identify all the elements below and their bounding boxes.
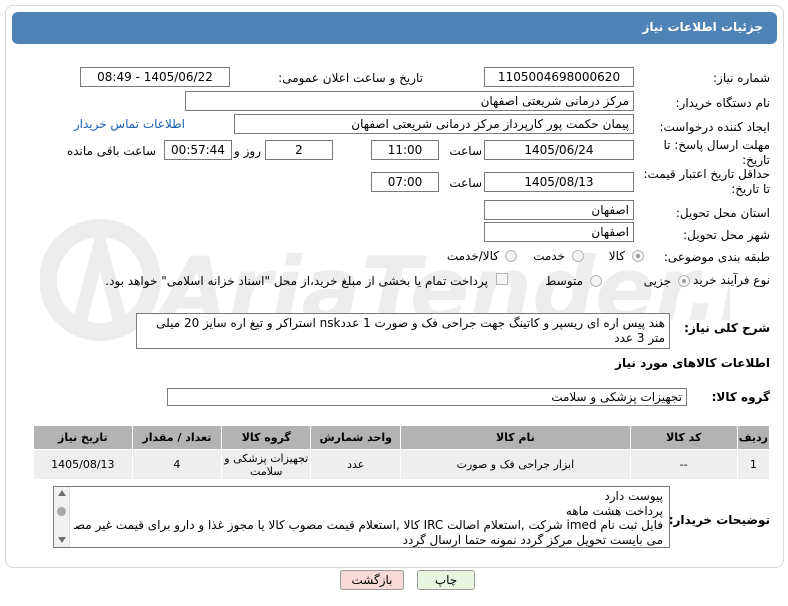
category-radio-service[interactable] — [572, 250, 584, 262]
process-option-minor: جزیی — [643, 274, 671, 288]
category-option-goods-service: کالا/خدمت — [446, 249, 499, 263]
print-button[interactable]: چاپ — [417, 570, 475, 590]
cell-group: تجهیزات پزشکی و سلامت — [221, 449, 312, 480]
col-quantity: تعداد / مقدار — [131, 425, 223, 450]
cell-quantity: 4 — [131, 449, 223, 480]
city-label: شهر محل تحویل: — [683, 228, 770, 242]
col-need-date: تاریخ نیاز — [33, 425, 133, 450]
remaining-time-label: ساعت باقی مانده — [66, 144, 156, 158]
need-number-field[interactable]: 1105004698000620 — [484, 67, 634, 87]
col-code: کد کالا — [629, 425, 738, 450]
goods-group-label: گروه کالا: — [711, 390, 770, 404]
cell-code: -- — [629, 449, 738, 480]
note-line: می بایست تحویل مرکز گردد نمونه حتما ارسا… — [402, 532, 663, 547]
col-row: ردیف — [736, 425, 771, 450]
creator-label: ایجاد کننده درخواست: — [659, 120, 770, 134]
city-field[interactable]: اصفهان — [484, 222, 634, 242]
announce-label: تاریخ و ساعت اعلان عمومی: — [278, 71, 423, 85]
col-unit: واحد شمارش — [310, 425, 401, 450]
deadline-time-label: ساعت — [449, 144, 482, 158]
scroll-down-icon[interactable] — [58, 537, 66, 543]
process-radio-minor[interactable] — [678, 275, 690, 287]
treasury-payment-checkbox[interactable] — [496, 273, 508, 285]
note-line: فایل ثبت نام imed شرکت ,استعلام اصالت IR… — [74, 518, 663, 532]
cell-unit: عدد — [310, 449, 401, 480]
days-field[interactable]: 2 — [265, 140, 333, 160]
need-number-label: شماره نیاز: — [713, 71, 770, 85]
col-group: گروه کالا — [221, 425, 312, 450]
deadline-date-field[interactable]: 1405/06/24 — [484, 140, 634, 160]
creator-field[interactable]: پیمان حکمت پور کارپرداز مرکز درمانی شریع… — [234, 114, 634, 134]
price-time-label: ساعت — [449, 176, 482, 190]
col-name: نام کالا — [399, 425, 631, 450]
category-radio-goods[interactable] — [632, 250, 644, 262]
category-option-goods: کالا — [608, 249, 625, 263]
remaining-time-field[interactable]: 00:57:44 — [164, 140, 232, 160]
category-label: طبقه بندی موضوعی: — [663, 250, 770, 264]
buyer-contact-link[interactable]: اطلاعات تماس خریدار — [74, 117, 185, 131]
days-label: روز و — [234, 144, 261, 158]
table-row[interactable]: 1 -- ابزار جراحی فک و صورت عدد تجهیزات پ… — [33, 449, 771, 480]
category-radio-goods-service[interactable] — [505, 250, 517, 262]
cell-name: ابزار جراحی فک و صورت — [399, 449, 631, 480]
buyer-org-label: نام دستگاه خریدار: — [675, 96, 771, 110]
buyer-org-field[interactable]: مرکز درمانی شریعتی اصفهان — [185, 91, 634, 111]
announce-datetime-field[interactable]: 1405/06/22 - 08:49 — [80, 67, 230, 87]
page-title: جزئیات اطلاعات نیاز — [12, 12, 777, 44]
province-label: استان محل تحویل: — [675, 206, 770, 220]
notes-scrollbar[interactable] — [54, 487, 70, 547]
description-field[interactable]: هند پیس اره ای ریسپر و کاتینگ جهت جراحی … — [136, 313, 670, 349]
province-field[interactable]: اصفهان — [484, 200, 634, 220]
goods-info-title: اطلاعات کالاهای مورد نیاز — [615, 356, 770, 370]
price-validity-label: حداقل تاریخ اعتبار قیمت: تا تاریخ: — [643, 167, 770, 196]
cell-need-date: 1405/08/13 — [33, 449, 133, 480]
process-radio-medium[interactable] — [590, 275, 602, 287]
treasury-payment-note: پرداخت تمام یا بخشی از مبلغ خرید،از محل … — [105, 274, 488, 288]
back-button[interactable]: بازگشت — [340, 570, 404, 590]
buyer-notes-field[interactable]: پیوست دارد پرداخت هشت ماهه فایل ثبت نام … — [53, 486, 670, 548]
deadline-label: مهلت ارسال پاسخ: تا تاریخ: — [663, 138, 770, 167]
category-option-service: خدمت — [533, 249, 565, 263]
note-line: پیوست دارد — [604, 489, 663, 503]
process-option-medium: متوسط — [545, 274, 583, 288]
process-label: نوع فرآیند خرید : — [685, 273, 770, 287]
goods-table: ردیف کد کالا نام کالا واحد شمارش گروه کا… — [33, 425, 771, 480]
cell-row: 1 — [736, 449, 771, 480]
scroll-up-icon[interactable] — [58, 490, 66, 496]
description-label: شرح کلی نیاز: — [684, 321, 770, 335]
note-line: پرداخت هشت ماهه — [565, 503, 663, 518]
price-date-field[interactable]: 1405/08/13 — [484, 172, 634, 192]
scroll-thumb[interactable] — [57, 507, 66, 516]
goods-group-field[interactable]: تجهیزات پزشکی و سلامت — [167, 388, 687, 406]
price-time-field[interactable]: 07:00 — [371, 172, 439, 192]
buyer-notes-label: توضیحات خریدار: — [668, 513, 770, 527]
deadline-time-field[interactable]: 11:00 — [371, 140, 439, 160]
goods-table-header: ردیف کد کالا نام کالا واحد شمارش گروه کا… — [33, 425, 771, 450]
buyer-notes-text: پیوست دارد پرداخت هشت ماهه فایل ثبت نام … — [74, 489, 663, 547]
